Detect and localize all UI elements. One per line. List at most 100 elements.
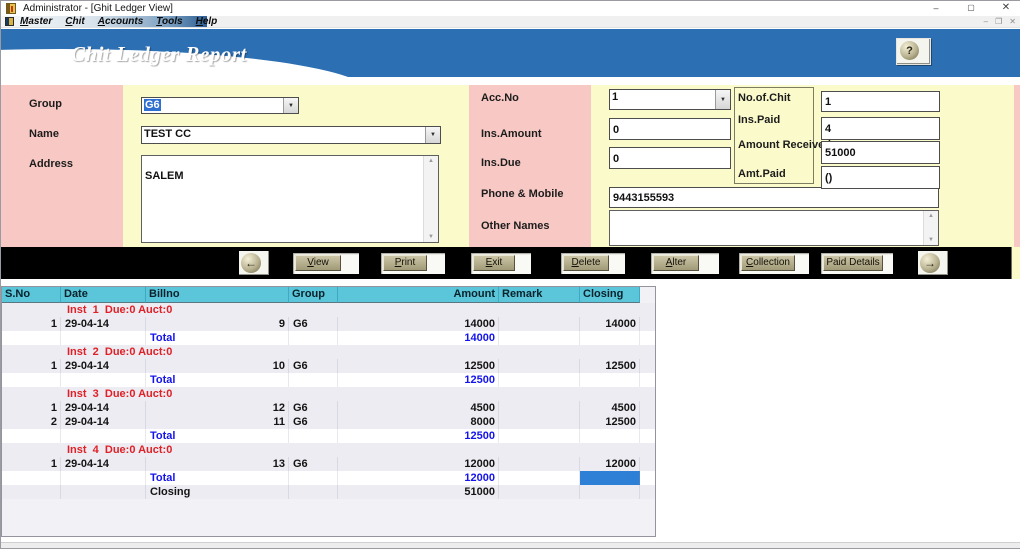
grid-cell[interactable]: 4500 [580,401,640,415]
grid-cell[interactable]: 10 [146,359,289,373]
menu-item-master[interactable]: Master [20,16,52,27]
paid-details-button[interactable]: Paid Details [821,253,893,274]
menu-item-chit[interactable]: Chit [65,16,84,27]
grid-cell[interactable]: Total [146,429,289,443]
minimize-icon[interactable]: – [923,1,949,16]
grid-cell[interactable]: 12 [146,401,289,415]
scroll-up-icon[interactable]: ▲ [424,158,438,164]
chevron-down-icon[interactable]: ▼ [283,98,298,113]
button-face[interactable]: Alter [653,255,699,271]
grid-cell[interactable]: 2 [2,415,61,429]
grid-cell[interactable]: 12000 [580,457,640,471]
table-row[interactable]: 129-04-149G61400014000 [2,317,655,331]
grid-cell[interactable] [2,471,61,485]
grid-cell[interactable]: 1 [2,359,61,373]
table-row[interactable]: 229-04-1411G6800012500 [2,415,655,429]
grid-cell[interactable] [499,331,580,345]
ins-amount-field[interactable] [609,118,731,140]
grid-cell[interactable]: 12500 [338,429,499,443]
collection-button[interactable]: Collection [739,253,809,274]
exit-button[interactable]: Exit [471,253,531,274]
grid-cell[interactable]: 12500 [338,373,499,387]
grid-cell[interactable] [499,429,580,443]
chevron-down-icon[interactable]: ▼ [425,127,440,143]
grid-cell[interactable]: 13 [146,457,289,471]
grid-cell[interactable]: 14000 [580,317,640,331]
grid-cell[interactable] [2,485,61,499]
scroll-down-icon[interactable]: ▼ [424,234,438,240]
other-names-textarea[interactable]: ▲ ▼ [609,210,939,246]
column-header-billno[interactable]: Billno [146,287,289,303]
address-scrollbar[interactable]: ▲ ▼ [423,156,438,242]
grid-cell[interactable]: 12500 [580,359,640,373]
alter-button[interactable]: Alter [651,253,719,274]
no-of-chit-field[interactable] [821,91,940,112]
grid-cell[interactable]: 29-04-14 [61,401,146,415]
grid-cell[interactable] [289,471,338,485]
grid-cell[interactable]: 1 [2,317,61,331]
grid-cell[interactable] [289,485,338,499]
menu-item-accounts[interactable]: Accounts [98,16,144,27]
grid-cell[interactable] [499,485,580,499]
ins-paid-field[interactable] [821,117,940,140]
grid-cell[interactable] [580,373,640,387]
grid-cell[interactable] [61,429,146,443]
grid-cell[interactable]: 8000 [338,415,499,429]
grid-cell[interactable] [580,485,640,499]
total-row[interactable]: Total12000 [2,471,655,485]
grid-cell[interactable] [61,331,146,345]
column-header-group[interactable]: Group [289,287,338,303]
grid-cell[interactable]: 29-04-14 [61,457,146,471]
phone-field[interactable] [609,187,939,208]
column-header-sno[interactable]: S.No [2,287,61,303]
chevron-down-icon[interactable]: ▼ [715,90,730,109]
group-combobox[interactable]: G6 ▼ [141,97,299,114]
mdi-child-icon[interactable] [5,17,14,26]
help-button[interactable]: ? [896,38,931,65]
installment-header-row[interactable]: Inst 3 Due:0 Auct:0 [2,387,655,401]
grid-cell[interactable] [580,429,640,443]
column-header-date[interactable]: Date [61,287,146,303]
grid-cell[interactable]: G6 [289,317,338,331]
total-row[interactable]: Total 12500 [2,429,655,443]
grid-cell[interactable] [289,373,338,387]
grid-cell[interactable]: 12000 [338,457,499,471]
close-icon[interactable]: ✕ [993,1,1019,16]
scroll-down-icon[interactable]: ▼ [924,237,938,243]
grid-cell[interactable] [499,359,580,373]
grid-cell[interactable] [580,471,640,485]
grid-cell[interactable] [499,471,580,485]
column-header-remark[interactable]: Remark [499,287,580,303]
grid-cell[interactable]: 12500 [338,359,499,373]
grid-cell[interactable]: 9 [146,317,289,331]
grid-cell[interactable] [289,429,338,443]
menu-item-help[interactable]: Help [196,16,218,27]
grid-cell[interactable]: Closing [146,485,289,499]
grid-cell[interactable]: 29-04-14 [61,359,146,373]
grid-cell[interactable] [2,331,61,345]
table-row[interactable]: 129-04-1410G61250012500 [2,359,655,373]
menu-item-tools[interactable]: Tools [156,16,182,27]
grid-cell[interactable]: 29-04-14 [61,415,146,429]
back-button[interactable]: ← [239,251,269,275]
grid-cell[interactable]: G6 [289,415,338,429]
grid-cell[interactable] [499,317,580,331]
grid-cell[interactable] [289,331,338,345]
amt-paid-field[interactable] [821,166,940,189]
table-row[interactable]: 129-04-1412G645004500 [2,401,655,415]
installment-header-row[interactable]: Inst 2 Due:0 Auct:0 [2,345,655,359]
table-row[interactable]: 129-04-1413G61200012000 [2,457,655,471]
grid-cell[interactable]: 14000 [338,317,499,331]
total-row[interactable]: Total14000 [2,331,655,345]
ins-due-field[interactable] [609,147,731,169]
installment-header-row[interactable]: Inst 1 Due:0 Auct:0 [2,303,655,317]
delete-button[interactable]: Delete [561,253,625,274]
amount-received-field[interactable] [821,141,940,164]
button-face[interactable]: Collection [741,255,795,271]
button-face[interactable]: Print [383,255,427,271]
grid-cell[interactable]: 51000 [338,485,499,499]
mdi-restore-icon[interactable]: ❐ [995,17,1002,27]
grid-cell[interactable] [61,373,146,387]
grid-cell[interactable]: 1 [2,457,61,471]
column-header-closing[interactable]: Closing [580,287,640,303]
